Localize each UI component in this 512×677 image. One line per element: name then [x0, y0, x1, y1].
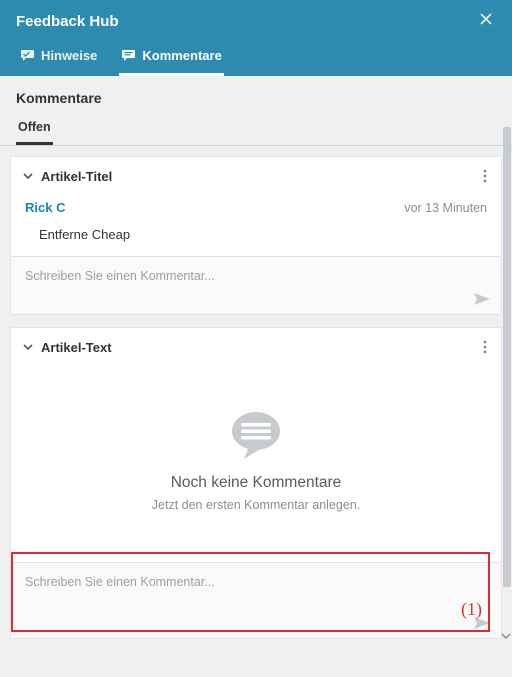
card-title: Artikel-Text — [41, 340, 479, 355]
tab-comments[interactable]: Kommentare — [119, 40, 223, 76]
tab-hints[interactable]: Hinweise — [18, 40, 99, 76]
chevron-down-icon — [23, 342, 33, 352]
tab-comments-label: Kommentare — [142, 48, 221, 63]
comment-meta-row: Rick C vor 13 Minuten — [11, 196, 501, 219]
scrollbar-thumb[interactable] — [503, 127, 511, 587]
empty-state: Noch keine Kommentare Jetzt den ersten K… — [11, 367, 501, 562]
comment-card-article-text: Artikel-Text N — [10, 327, 502, 639]
more-vertical-icon — [483, 340, 487, 354]
collapse-toggle[interactable] — [21, 169, 35, 184]
speech-bubble-icon — [227, 409, 285, 464]
subtabs: Offen — [0, 112, 512, 146]
comment-text: Entferne Cheap — [11, 219, 501, 256]
send-icon — [473, 616, 491, 630]
hints-icon — [20, 49, 35, 62]
comment-time: vor 13 Minuten — [404, 201, 487, 215]
card-header: Artikel-Text — [11, 328, 501, 367]
empty-state-title: Noch keine Kommentare — [171, 474, 342, 492]
empty-state-subtitle: Jetzt den ersten Kommentar anlegen. — [152, 498, 360, 512]
close-button[interactable] — [476, 10, 496, 32]
content-scroll: Artikel-Titel Rick C vor 13 Minuten Entf… — [0, 146, 512, 677]
subtab-open[interactable]: Offen — [16, 114, 53, 145]
comments-icon — [121, 49, 136, 62]
more-vertical-icon — [483, 169, 487, 183]
panel-title: Feedback Hub — [16, 13, 119, 30]
scrollbar[interactable] — [502, 0, 512, 641]
send-icon — [473, 292, 491, 306]
comment-input[interactable] — [11, 563, 501, 595]
close-icon — [480, 13, 492, 25]
panel-body: Kommentare Offen Artikel-Titel Rick C — [0, 76, 512, 677]
feedback-hub-panel: Feedback Hub Hinweise Kommentare Komment… — [0, 0, 512, 641]
tab-hints-label: Hinweise — [41, 48, 97, 63]
comment-author[interactable]: Rick C — [25, 200, 65, 215]
send-button[interactable] — [473, 616, 491, 630]
collapse-toggle[interactable] — [21, 340, 35, 355]
card-header: Artikel-Titel — [11, 157, 501, 196]
section-title: Kommentare — [0, 76, 512, 112]
comment-card-article-title: Artikel-Titel Rick C vor 13 Minuten Entf… — [10, 156, 502, 315]
card-more-menu[interactable] — [479, 338, 491, 357]
header-top-row: Feedback Hub — [0, 0, 512, 40]
comment-input[interactable] — [11, 257, 501, 289]
header-tabs: Hinweise Kommentare — [0, 40, 512, 76]
comment-input-area — [11, 562, 501, 638]
scrollbar-down-arrow[interactable] — [501, 629, 511, 639]
card-more-menu[interactable] — [479, 167, 491, 186]
send-button[interactable] — [473, 292, 491, 306]
card-title: Artikel-Titel — [41, 169, 479, 184]
comment-input-area — [11, 256, 501, 314]
chevron-down-icon — [23, 171, 33, 181]
panel-header: Feedback Hub Hinweise Kommentare — [0, 0, 512, 76]
